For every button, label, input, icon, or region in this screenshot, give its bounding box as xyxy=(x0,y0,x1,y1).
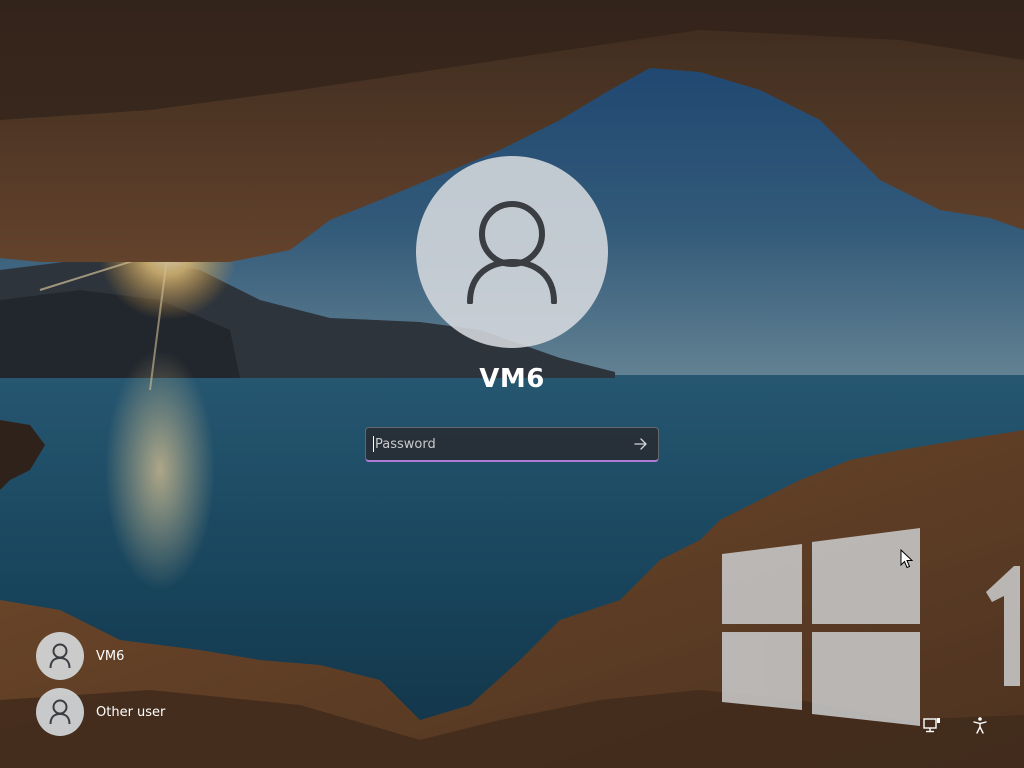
accessibility-button[interactable] xyxy=(969,714,991,736)
windows-logo xyxy=(722,528,1020,726)
network-button[interactable] xyxy=(921,714,943,736)
text-caret xyxy=(373,436,374,452)
user-item-vm6[interactable]: VM6 xyxy=(36,632,165,680)
mouse-cursor-icon xyxy=(900,549,914,569)
user-item-other-user[interactable]: Other user xyxy=(36,688,165,736)
user-item-label: VM6 xyxy=(96,648,125,664)
person-icon xyxy=(467,201,557,304)
password-field-container[interactable] xyxy=(365,427,659,462)
user-avatar-small xyxy=(36,632,84,680)
user-avatar-small xyxy=(36,688,84,736)
lock-screen: VM6 VM6 Other user xyxy=(0,0,1024,768)
password-input[interactable] xyxy=(366,428,624,460)
network-icon xyxy=(923,718,940,733)
submit-button[interactable] xyxy=(624,428,658,460)
person-icon xyxy=(49,699,71,725)
user-switcher-list: VM6 Other user xyxy=(36,632,165,744)
arrow-right-icon xyxy=(634,438,647,450)
accessibility-icon xyxy=(973,717,987,734)
login-username: VM6 xyxy=(479,364,545,394)
user-avatar-large xyxy=(416,156,608,348)
user-item-label: Other user xyxy=(96,704,166,720)
person-icon xyxy=(49,643,71,669)
